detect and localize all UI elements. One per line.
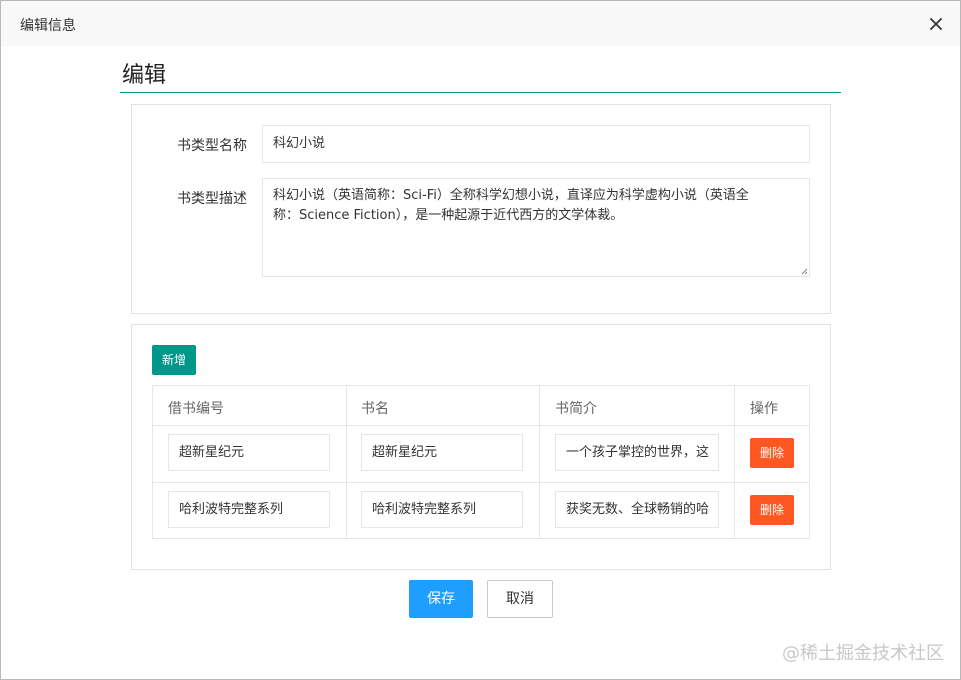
- column-divider: [346, 386, 347, 538]
- row2-name-input[interactable]: 哈利波特完整系列: [361, 491, 523, 528]
- books-table: 借书编号 书名 书简介 操作 超新星纪元 超新星纪元 一个孩子掌控的世界，这 删…: [152, 385, 810, 539]
- row2-intro-input[interactable]: 获奖无数、全球畅销的哈: [555, 491, 719, 528]
- watermark: @稀土掘金技术社区: [782, 643, 944, 664]
- row1-delete-button[interactable]: 删除: [750, 438, 794, 468]
- save-button[interactable]: 保存: [409, 580, 473, 618]
- resize-grip-icon[interactable]: [800, 267, 808, 275]
- row-divider: [153, 482, 809, 483]
- desc-line-2: 称：Science Fiction），是一种起源于近代西方的文学体裁。: [273, 208, 624, 223]
- header-action: 操作: [750, 401, 778, 417]
- row1-intro-input[interactable]: 一个孩子掌控的世界，这: [555, 434, 719, 471]
- desc-label: 书类型描述: [177, 191, 247, 207]
- dialog-title: 编辑信息: [20, 18, 76, 34]
- row1-name-input[interactable]: 超新星纪元: [361, 434, 523, 471]
- header-book-name: 书名: [361, 401, 389, 417]
- dialog-header: 编辑信息: [1, 1, 960, 46]
- cancel-button[interactable]: 取消: [487, 580, 553, 618]
- header-book-intro: 书简介: [555, 401, 597, 417]
- row2-delete-button[interactable]: 删除: [750, 495, 794, 525]
- close-icon[interactable]: [923, 11, 949, 37]
- row1-id-input[interactable]: 超新星纪元: [168, 434, 330, 471]
- header-borrow-id: 借书编号: [168, 401, 224, 417]
- title-divider: [120, 92, 841, 93]
- type-desc-textarea[interactable]: 科幻小说（英语简称：Sci-Fi）全称科学幻想小说，直译应为科学虚构小说（英语全…: [262, 178, 810, 277]
- row2-id-input[interactable]: 哈利波特完整系列: [168, 491, 330, 528]
- type-name-input[interactable]: 科幻小说: [262, 125, 810, 163]
- name-label: 书类型名称: [177, 138, 247, 154]
- add-button[interactable]: 新增: [152, 345, 196, 375]
- column-divider: [539, 386, 540, 538]
- edit-dialog: 编辑信息 编辑 书类型名称 科幻小说 书类型描述 科幻小说（英语简称：Sci-F…: [0, 0, 961, 680]
- section-title: 编辑: [122, 63, 167, 88]
- desc-line-1: 科幻小说（英语简称：Sci-Fi）全称科学幻想小说，直译应为科学虚构小说（英语全: [273, 188, 749, 203]
- row-divider: [153, 425, 809, 426]
- column-divider: [734, 386, 735, 538]
